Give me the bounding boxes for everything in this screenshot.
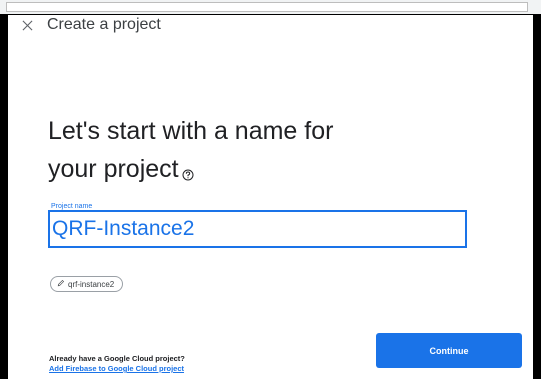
- project-id-text: qrf-instance2: [68, 279, 115, 289]
- project-name-input[interactable]: [48, 210, 467, 248]
- project-id-chip[interactable]: qrf-instance2: [50, 276, 124, 292]
- edit-icon: [57, 279, 68, 289]
- close-icon: [22, 18, 33, 36]
- add-firebase-gcp-link[interactable]: Add Firebase to Google Cloud project: [49, 364, 184, 373]
- create-project-dialog: Create a project Let's start with a name…: [6, 15, 535, 379]
- heading-line-2-text: your project: [48, 155, 179, 183]
- page-heading: Let's start with a name for your project: [48, 112, 468, 188]
- project-name-field: Project name: [48, 203, 467, 265]
- dialog-title: Create a project: [47, 16, 161, 33]
- gcp-question: Already have a Google Cloud project?: [49, 354, 185, 363]
- heading-line-2: your project: [48, 150, 468, 188]
- continue-button[interactable]: Continue: [376, 333, 522, 368]
- heading-line-1: Let's start with a name for: [48, 117, 334, 145]
- top-strip: [0, 0, 541, 16]
- close-button[interactable]: [18, 18, 36, 36]
- help-icon[interactable]: [182, 154, 194, 181]
- top-strip-field: [6, 2, 528, 12]
- project-name-label: Project name: [51, 203, 93, 210]
